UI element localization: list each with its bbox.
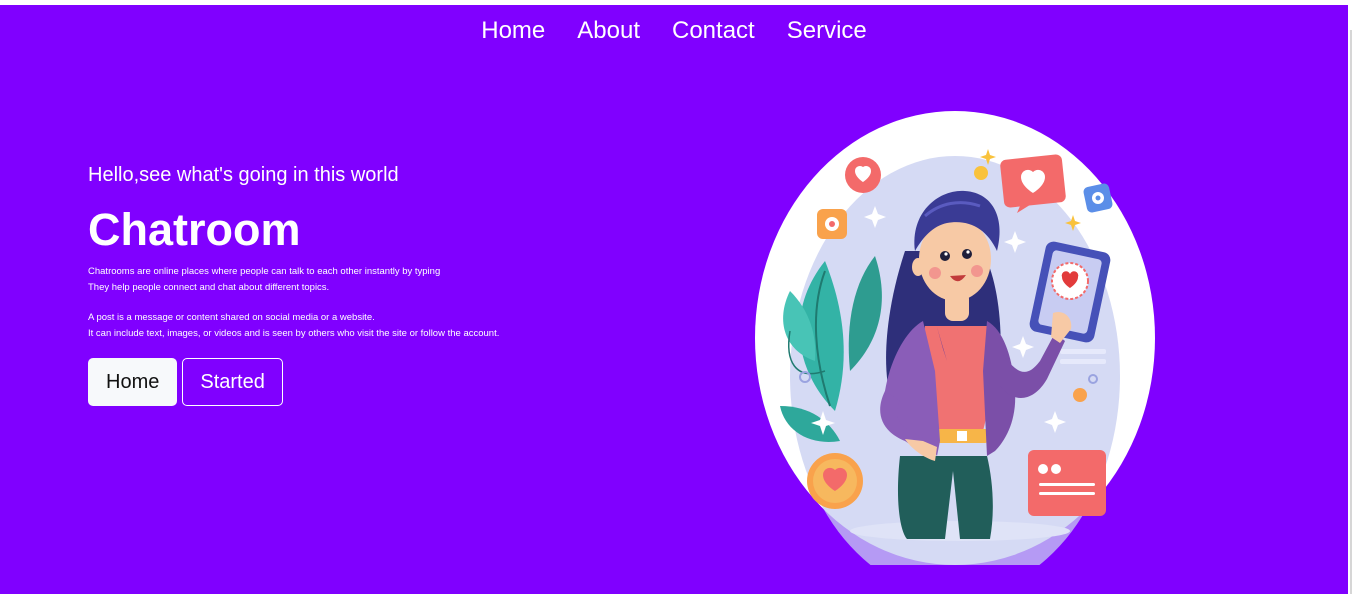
hero-buttons: Home Started [88,358,648,406]
hero-text-block: Hello,see what's going in this world Cha… [88,162,648,406]
woman-with-phone-illustration [755,111,1155,565]
heart-coin-icon [807,453,863,509]
nav-home-link[interactable]: Home [481,15,545,47]
nav-about-link[interactable]: About [577,15,640,47]
started-button[interactable]: Started [182,358,283,406]
hero-description-2: A post is a message or content shared on… [88,312,500,339]
camera-icon [817,209,847,239]
heart-bubble-icon [845,157,881,193]
home-button[interactable]: Home [88,358,178,406]
nav-contact-link[interactable]: Contact [672,15,755,47]
hero-page: Home About Contact Service Hello,see wha… [0,5,1348,594]
scrollbar-thumb[interactable] [1350,30,1352,594]
hero-description-1: Chatrooms are online places where people… [88,266,441,293]
top-navigation: Home About Contact Service [0,15,1348,47]
chat-card-icon [1028,450,1106,516]
hero-greeting: Hello,see what's going in this world [88,164,399,186]
location-icon [1083,183,1113,213]
hero-title: Chatroom [88,204,301,255]
nav-service-link[interactable]: Service [787,15,867,47]
